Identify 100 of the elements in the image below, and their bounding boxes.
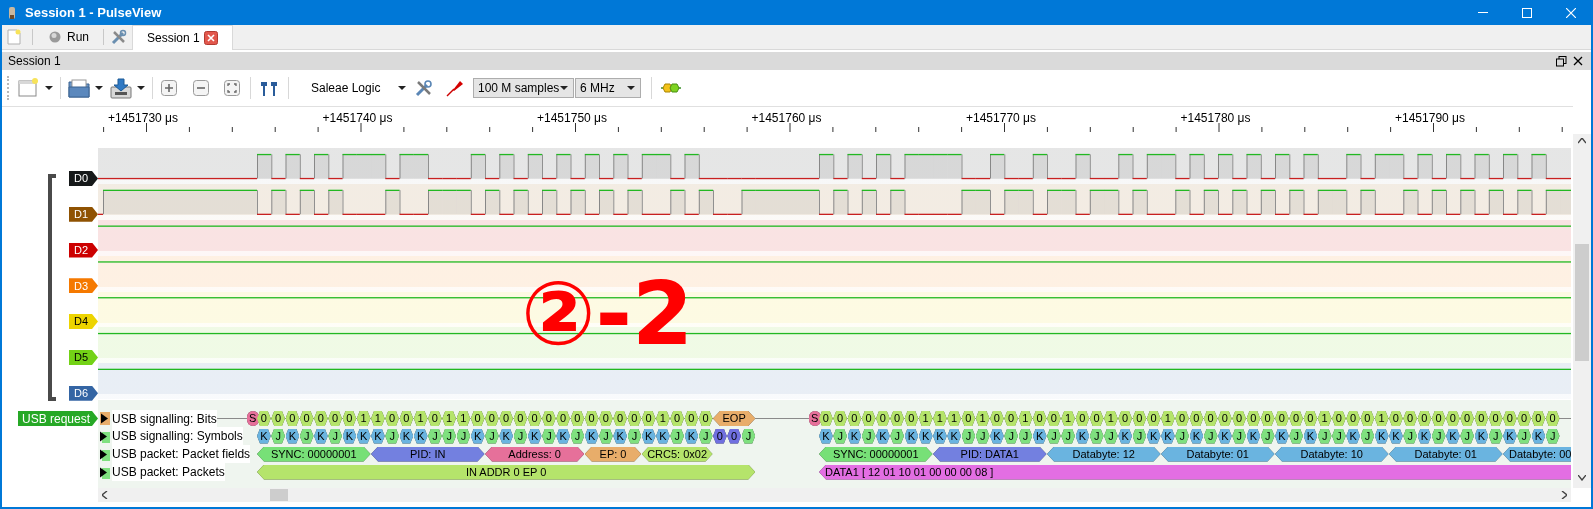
tools-icon[interactable] — [111, 29, 127, 45]
scroll-right-icon[interactable] — [1561, 491, 1567, 499]
symbol-segment: K — [933, 428, 947, 444]
symbol-segment: J — [1047, 428, 1061, 444]
field-segment: PID: IN — [371, 446, 485, 462]
bit-segment: 0 — [513, 411, 528, 426]
time-label: +1451750 μs — [537, 110, 607, 127]
symbol-segment: K — [399, 428, 414, 444]
bit-segment: 0 — [257, 411, 271, 426]
bit-segment: 0 — [819, 411, 833, 426]
expand-triangle-icon[interactable] — [100, 465, 110, 479]
caret-icon[interactable] — [627, 86, 635, 90]
bit-segment: 0 — [1403, 411, 1417, 426]
scroll-up-icon[interactable] — [1578, 138, 1586, 144]
symbol-segment: K — [342, 428, 357, 444]
bit-segment: 0 — [833, 411, 847, 426]
symbol-segment: J — [1460, 428, 1474, 444]
field-segment: EP: 0 — [584, 446, 642, 462]
zoom-fit-icon[interactable] — [224, 80, 240, 96]
channel-label[interactable]: D2 — [69, 242, 98, 258]
zoom-in-icon[interactable] — [161, 80, 177, 96]
bit-segment: 1 — [947, 411, 961, 426]
bit-segment: 0 — [399, 411, 414, 426]
symbol-segment: J — [299, 428, 314, 444]
symbol-segment: K — [947, 428, 961, 444]
close-tab-icon[interactable] — [203, 30, 218, 45]
channel-label[interactable]: D0 — [69, 170, 98, 186]
symbol-segment: J — [627, 428, 642, 444]
symbol-segment: J — [1175, 428, 1189, 444]
bit-segment: 1 — [1018, 411, 1033, 426]
close-icon[interactable] — [1573, 56, 1583, 66]
expand-triangle-icon[interactable] — [100, 447, 110, 461]
caret-icon[interactable] — [560, 86, 568, 90]
row-label: USB packet: Packet fields — [112, 445, 251, 463]
tools-icon[interactable] — [415, 79, 433, 97]
samplerate-dropdown[interactable]: 6 MHz — [575, 78, 641, 98]
expand-triangle-icon[interactable] — [100, 429, 110, 443]
symbol-segment: K — [1218, 428, 1232, 444]
symbol-segment: J — [1403, 428, 1417, 444]
symbol-segment: K — [1118, 428, 1132, 444]
symbol-segment: K — [470, 428, 485, 444]
float-icon[interactable] — [1556, 55, 1567, 67]
channel-label[interactable]: D6 — [69, 385, 98, 401]
symbol-segment: K — [1246, 428, 1261, 444]
cursor-icon[interactable] — [260, 79, 278, 97]
expand-triangle-icon[interactable] — [100, 412, 110, 425]
device-selector[interactable]: Saleae Logic — [301, 76, 409, 100]
bit-segment: 0 — [428, 411, 442, 426]
bit-segment: 0 — [499, 411, 513, 426]
bit-segment: 0 — [627, 411, 642, 426]
run-button[interactable]: Run — [45, 26, 93, 48]
symbol-segment: K — [613, 428, 627, 444]
samples-dropdown[interactable]: 100 M samples — [473, 78, 574, 98]
scrollbar-thumb[interactable] — [1575, 244, 1589, 361]
bit-segment: 1 — [456, 411, 471, 426]
probe-icon[interactable] — [446, 79, 464, 97]
bit-segment: 1 — [1061, 411, 1075, 426]
bit-segment: 0 — [342, 411, 357, 426]
field-segment: Databyte: 00 — [1503, 446, 1571, 462]
folder-icon[interactable] — [68, 78, 90, 98]
bit-segment: 1 — [1374, 411, 1389, 426]
symbol-segment: J — [428, 428, 442, 444]
symbol-segment: K — [1374, 428, 1389, 444]
scrollbar-thumb[interactable] — [270, 489, 288, 501]
scroll-left-icon[interactable] — [102, 491, 108, 499]
caret-icon[interactable] — [137, 86, 145, 90]
symbol-segment: K — [371, 428, 385, 444]
horizontal-scrollbar[interactable] — [98, 488, 1571, 502]
symbol-segment: J — [542, 428, 556, 444]
bit-segment: 0 — [990, 411, 1004, 426]
bit-segment: 0 — [613, 411, 627, 426]
caret-icon[interactable] — [398, 86, 406, 90]
scroll-down-icon[interactable] — [1578, 475, 1586, 481]
session-tab[interactable]: Session 1 — [132, 24, 233, 50]
decoder-icon[interactable] — [660, 82, 682, 94]
bit-segment: 0 — [599, 411, 613, 426]
symbol-segment: J — [1132, 428, 1147, 444]
bit-segment: 0 — [1232, 411, 1246, 426]
zoom-out-icon[interactable] — [193, 80, 209, 96]
channel-label[interactable]: D4 — [69, 314, 98, 330]
symbol-segment: J — [1089, 428, 1104, 444]
symbol-segment: K — [1474, 428, 1489, 444]
field-segment: SYNC: 00000001 — [819, 446, 933, 462]
channel-label[interactable]: D5 — [69, 349, 98, 365]
bit-segment: 0 — [271, 411, 285, 426]
bit-segment: 0 — [1517, 411, 1531, 426]
bit-segment: 0 — [1488, 411, 1503, 426]
bit-segment: 1 — [918, 411, 933, 426]
symbol-segment: J — [975, 428, 990, 444]
vertical-scrollbar[interactable] — [1573, 134, 1591, 488]
field-segment: Databyte: 01 — [1161, 446, 1275, 462]
symbol-segment: K — [356, 428, 371, 444]
caret-icon[interactable] — [45, 86, 53, 90]
channel-label[interactable]: D1 — [69, 206, 98, 222]
save-icon[interactable] — [110, 77, 132, 99]
maximize-icon[interactable] — [1522, 7, 1532, 18]
caret-icon[interactable] — [95, 86, 103, 90]
symbol-segment: K — [1303, 428, 1318, 444]
symbol-segment: J — [1260, 428, 1275, 444]
symbol-segment: K — [1503, 428, 1517, 444]
